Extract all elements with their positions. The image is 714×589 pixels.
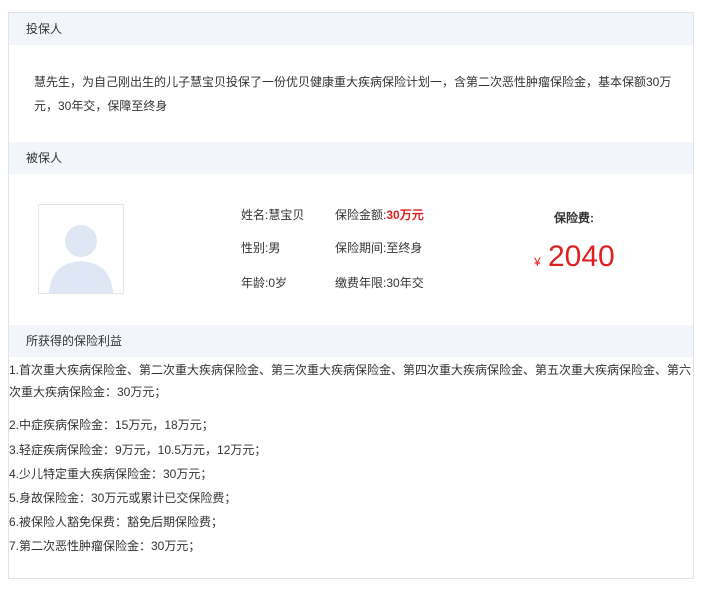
benefit-item-6: 6.被保险人豁免保费：豁免后期保险费； <box>9 515 224 529</box>
insured-payment-term: 缴费年限:30年交 <box>335 276 424 290</box>
insurance-plan-card: 投保人 慧先生，为自己刚出生的儿子慧宝贝投保了一份优贝健康重大疾病保险计划一，含… <box>8 12 694 579</box>
insured-age: 年龄:0岁 <box>241 276 288 290</box>
benefit-item-4: 4.少儿特定重大疾病保险金：30万元； <box>9 467 213 481</box>
policyholder-heading: 投保人 <box>26 22 63 36</box>
benefits-heading: 所获得的保险利益 <box>26 334 123 348</box>
insured-heading: 被保人 <box>26 151 63 165</box>
benefit-item-2: 2.中症疾病保险金：15万元，18万元； <box>9 418 214 432</box>
policyholder-description: 慧先生，为自己刚出生的儿子慧宝贝投保了一份优贝健康重大疾病保险计划一，含第二次恶… <box>34 75 672 113</box>
benefit-item-3: 3.轻症疾病保险金：9万元，10.5万元，12万元； <box>9 443 267 457</box>
insured-period: 保险期间:至终身 <box>335 241 423 255</box>
insured-amount: 保险金额:30万元 <box>335 208 424 222</box>
premium-amount: 2040 <box>548 240 615 273</box>
premium-label: 保险费: <box>554 211 594 225</box>
policyholder-section-header: 投保人 <box>9 13 693 45</box>
insured-gender: 性别:男 <box>241 241 281 255</box>
premium-currency: ¥ <box>534 255 541 269</box>
benefit-item-7: 7.第二次恶性肿瘤保险金：30万元； <box>9 539 201 553</box>
insured-section-header: 被保人 <box>9 142 693 174</box>
benefits-section-header: 所获得的保险利益 <box>9 325 693 357</box>
benefit-item-1: 1.首次重大疾病保险金、第二次重大疾病保险金、第三次重大疾病保险金、第四次重大疾… <box>9 363 692 399</box>
user-placeholder-icon <box>38 204 124 294</box>
benefit-item-5: 5.身故保险金：30万元或累计已交保险费； <box>9 491 237 505</box>
insured-name: 姓名:慧宝贝 <box>241 208 305 222</box>
